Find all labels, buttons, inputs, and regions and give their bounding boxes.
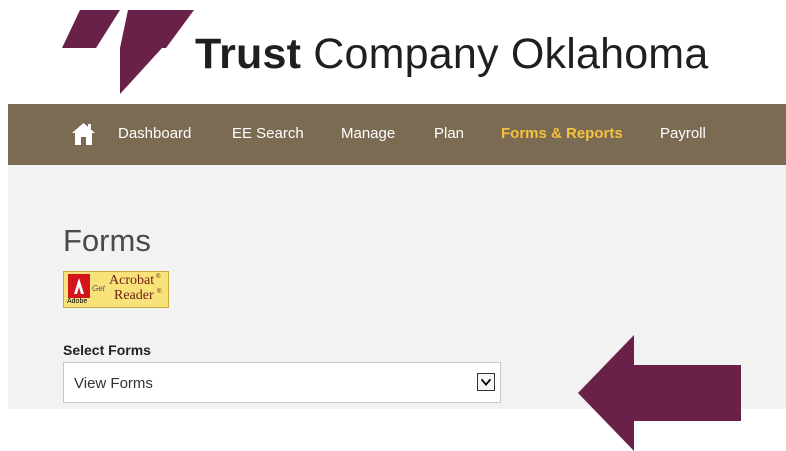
site-header: Trust Company Oklahoma (0, 0, 786, 104)
brand-name-rest: Company Oklahoma (301, 30, 709, 78)
home-icon[interactable] (72, 123, 95, 145)
nav-item-manage[interactable]: Manage (341, 125, 395, 142)
acrobat-text: Acrobat (109, 273, 155, 288)
adobe-text: Adobe (67, 298, 88, 305)
acrobat-registered-mark: ® (156, 274, 161, 280)
nav-item-dashboard[interactable]: Dashboard (118, 125, 191, 142)
main-nav: Dashboard EE Search Manage Plan Forms & … (8, 104, 786, 165)
chevron-down-icon[interactable] (477, 373, 495, 391)
page-title: Forms (63, 222, 151, 258)
get-text: Get (92, 284, 105, 293)
brand-name[interactable]: Trust Company Oklahoma (195, 30, 708, 79)
select-forms-label: Select Forms (63, 342, 151, 358)
forms-select-value: View Forms (74, 375, 153, 392)
brand-name-bold: Trust (195, 30, 302, 78)
tco-logo-icon[interactable] (62, 6, 194, 94)
nav-item-payroll[interactable]: Payroll (660, 125, 706, 142)
nav-item-plan[interactable]: Plan (434, 125, 464, 142)
left-arrow-icon (578, 335, 741, 451)
nav-item-ee-search[interactable]: EE Search (232, 125, 304, 142)
get-acrobat-reader-link[interactable]: Adobe Get Acrobat ® Reader ® (63, 271, 169, 308)
nav-item-forms-reports[interactable]: Forms & Reports (501, 125, 623, 142)
reader-text: Reader (114, 288, 154, 303)
forms-select[interactable]: View Forms (63, 362, 501, 403)
reader-registered-mark: ® (157, 289, 162, 295)
adobe-icon (68, 274, 90, 298)
